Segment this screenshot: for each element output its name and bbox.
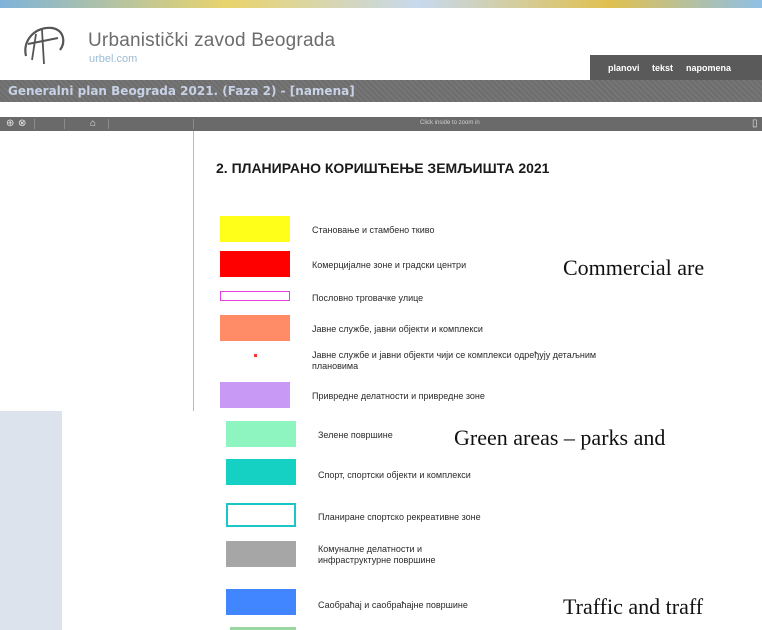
legend-swatch-utilities [226, 541, 296, 567]
legend-swatch-green [226, 421, 296, 447]
panel-divider [193, 131, 194, 411]
toolbar-separator [193, 119, 194, 129]
page-titlebar: Generalni plan Beograda 2021. (Faza 2) -… [0, 80, 762, 102]
legend-label-commercial: Комерцијалне зоне и градски центри [312, 260, 467, 270]
legend-label-traffic: Саобраћај и саобраћајне површине [318, 600, 468, 610]
page-title: Generalni plan Beograda 2021. (Faza 2) -… [8, 84, 355, 98]
nav-planovi[interactable]: planovi [608, 63, 640, 73]
legend-swatch-traffic [226, 589, 296, 615]
toolbar-separator [64, 119, 65, 129]
legend-label-sport: Спорт, спортски објекти и комплекси [318, 470, 471, 480]
legend-label-housing: Становање и стамбено ткиво [312, 225, 435, 235]
site-logo[interactable] [18, 20, 70, 68]
site-url-link[interactable]: urbel.com [89, 53, 137, 65]
top-nav: planovi tekst napomena [590, 55, 762, 80]
legend-label-utilities: Комуналне делатности и инфраструктурне п… [318, 544, 436, 565]
legend-label-public-detail: Јавне службе и јавни објекти чији се ком… [312, 350, 597, 371]
toolbar-separator [108, 119, 109, 129]
map-toolbar: ⊕ ⊗ ⌂ Click inside to zoom in ▯ [0, 117, 762, 131]
annotation-green: Green areas – parks and [454, 425, 666, 450]
zoom-hint: Click inside to zoom in [420, 120, 480, 126]
nav-napomena[interactable]: napomena [686, 63, 731, 73]
toolbar-separator [34, 119, 35, 129]
legend-label-industry: Привредне делатности и привредне зоне [312, 391, 485, 401]
legend-swatch-housing [220, 216, 290, 242]
legend-label-green: Зелене површине [318, 430, 393, 440]
legend-swatch-commercial [220, 251, 290, 277]
annotation-traffic: Traffic and traff [563, 594, 704, 619]
legend-label-recreation: Планиране спортско рекреативне зоне [318, 512, 481, 522]
legend-label-business-streets: Пословно трговачке улице [312, 293, 424, 303]
zoom-out-icon[interactable]: ⊗ [18, 118, 26, 129]
legend-title: 2. ПЛАНИРАНО КОРИШЋЕЊЕ ЗЕМЉИШТА 2021 [216, 160, 550, 176]
sidebar-panel [0, 131, 193, 411]
legend-swatch-business-streets [220, 291, 290, 301]
zoom-in-icon[interactable]: ⊕ [6, 118, 14, 129]
legend-swatch-recreation [226, 503, 296, 527]
legend-swatch-industry [220, 382, 290, 408]
sidebar-panel-lower [0, 411, 62, 630]
legend-label-public-services: Јавне службе, јавни објекти и комплекси [312, 324, 483, 334]
home-icon[interactable]: ⌂ [90, 118, 96, 129]
nav-tekst[interactable]: tekst [652, 63, 673, 73]
legend-swatch-public-detail [254, 354, 257, 357]
annotation-commercial: Commercial are [563, 255, 705, 280]
site-title: Urbanistički zavod Beograda [88, 30, 336, 51]
legend-swatch-sport [226, 459, 296, 485]
panel-toggle-icon[interactable]: ▯ [752, 118, 758, 129]
legend-swatch-public-services [220, 315, 290, 341]
top-banner-strip [0, 0, 762, 8]
